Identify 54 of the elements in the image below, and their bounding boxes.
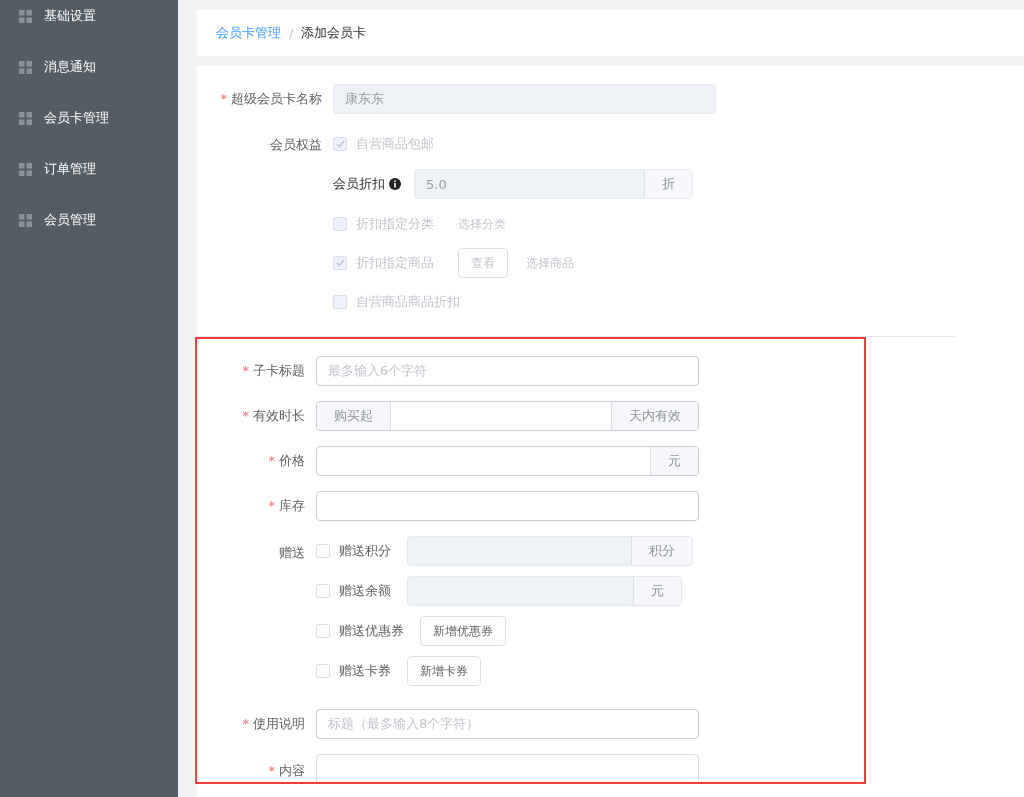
sidebar-item[interactable]: 基础设置	[44, 8, 96, 25]
checkbox[interactable]	[316, 664, 330, 678]
label-text: 超级会员卡名称	[231, 91, 322, 106]
input-field[interactable]: 元	[316, 446, 699, 476]
checkbox-label: 自营商品商品折扣	[356, 293, 460, 311]
grid-icon	[19, 112, 32, 125]
checkbox-label: 赠送余额	[339, 582, 392, 600]
info-icon	[389, 178, 401, 190]
checkbox-label: 自营商品包邮	[356, 135, 435, 153]
breadcrumb-link[interactable]: 会员卡管理	[216, 24, 281, 42]
label-text: 使用说明	[253, 716, 305, 731]
label-text: 价格	[279, 453, 305, 468]
checkbox-label: 赠送积分	[339, 542, 392, 560]
sidebar-item[interactable]: 消息通知	[44, 59, 96, 76]
input-field[interactable]	[316, 491, 699, 521]
prefix-addon: 购买起	[317, 402, 391, 430]
grid-icon	[19, 61, 32, 74]
required-mark: *	[268, 763, 275, 778]
checkbox-label: 赠送优惠券	[339, 622, 405, 640]
label-text: 有效时长	[253, 408, 305, 423]
field-label: 会员权益	[269, 136, 323, 154]
checkbox-label: 折扣指定商品	[356, 254, 435, 272]
checkbox-label: 折扣指定分类	[356, 215, 435, 233]
required-mark: *	[220, 91, 227, 106]
field-label: 会员折扣	[333, 175, 385, 193]
checkbox-label: 赠送卡券	[339, 662, 392, 680]
add-button[interactable]: 新增卡券	[407, 656, 481, 686]
breadcrumb-separator: /	[289, 25, 294, 41]
unit-addon: 折	[644, 170, 692, 198]
unit-addon: 元	[633, 577, 681, 605]
required-mark: *	[268, 498, 275, 513]
label-text: 库存	[279, 498, 305, 513]
label-text: 内容	[279, 763, 305, 778]
required-mark: *	[242, 363, 249, 378]
sidebar-item[interactable]: 订单管理	[44, 161, 96, 178]
unit-addon: 积分	[631, 537, 692, 565]
checkbox[interactable]	[316, 624, 330, 638]
add-button[interactable]: 新增优惠券	[420, 616, 506, 646]
unit-addon: 天内有效	[611, 402, 698, 430]
label-text: 子卡标题	[253, 363, 305, 378]
sidebar-item[interactable]: 会员卡管理	[44, 110, 109, 127]
grid-icon	[19, 163, 32, 176]
input-field[interactable]: 标题（最多输入8个字符）	[316, 709, 699, 739]
required-mark: *	[242, 408, 249, 423]
grid-icon	[19, 214, 32, 227]
grid-icon	[19, 10, 32, 23]
unit-addon: 元	[650, 447, 698, 475]
page-heading-text: 添加会员卡	[301, 24, 367, 42]
required-mark: *	[242, 716, 249, 731]
field-label: 赠送	[278, 544, 306, 562]
input-field[interactable]: 购买起 天内有效	[316, 401, 699, 431]
required-mark: *	[268, 453, 275, 468]
input-field[interactable]: 最多输入6个字符	[316, 356, 699, 386]
sidebar-item[interactable]: 会员管理	[44, 212, 96, 229]
